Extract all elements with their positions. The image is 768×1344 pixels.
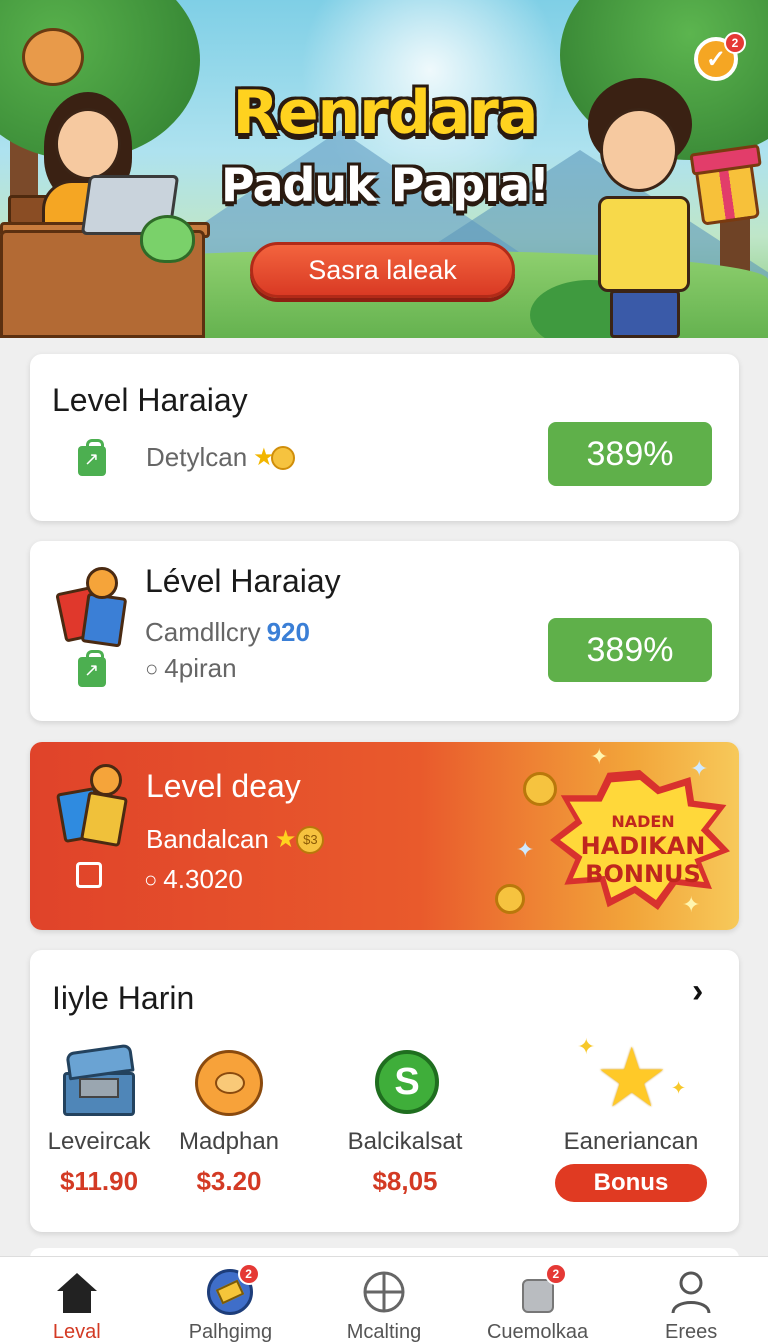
star-icon: ★	[274, 826, 297, 853]
level-card[interactable]: Level Haraiay Detylcan ★ 389%	[30, 354, 739, 521]
mascot-face	[215, 1072, 245, 1094]
shopping-bag-icon	[78, 439, 106, 476]
bag-outline-icon	[76, 862, 102, 888]
offer-item[interactable]: ★ ✦ ✦ Eaneriancan Bonus	[551, 1034, 711, 1202]
card-title: Level Haraiay	[52, 382, 248, 418]
offers-title: Iiyle Harin	[52, 980, 195, 1016]
offer-price: $11.90	[59, 1166, 139, 1196]
star-icon: ★ ✦ ✦	[577, 1034, 686, 1122]
block	[79, 790, 129, 848]
search-icon: ○	[144, 866, 158, 892]
shirt	[598, 196, 690, 292]
nav-item-cuemolkaa[interactable]: 2 Cuemolkaa	[461, 1257, 615, 1344]
ball	[86, 567, 118, 599]
card-title: Lével Haraiay	[145, 563, 341, 599]
star-coin-icon: ★	[253, 443, 295, 472]
gift-box-icon	[693, 156, 761, 226]
user-icon	[666, 1267, 716, 1317]
squirrel-icon	[22, 28, 84, 86]
shopping-bag-icon	[78, 650, 106, 687]
nav-item-palhgimg[interactable]: 2 Palhgimg	[154, 1257, 308, 1344]
toy-blocks-icon	[55, 567, 128, 648]
card-subtitle: Detylcan	[146, 442, 248, 472]
card-subtitle: Camdllcry	[145, 617, 261, 647]
sparkle-icon: ✦	[516, 837, 535, 862]
sparkle-icon: ✦	[671, 1078, 687, 1098]
hero-subtitle: Paduk Papıa!	[220, 158, 550, 212]
star-shape: ★	[595, 1033, 669, 1124]
burst-line2: HADIKAN	[580, 832, 706, 860]
promo-title: Level deay	[146, 768, 301, 804]
nav-item-erees[interactable]: Erees	[614, 1257, 768, 1344]
burst-line3: BONNUS	[585, 860, 701, 888]
offer-item[interactable]: Madphan $3.20	[154, 1042, 304, 1197]
burst-line1: NADEN	[611, 812, 675, 831]
hero-cta-button[interactable]: Sasra laleak	[250, 242, 515, 298]
crosshair-icon	[359, 1267, 409, 1317]
dollar-coin-icon: S	[365, 1042, 445, 1122]
sparkle-icon: ✦	[577, 1034, 596, 1059]
card-meta: 4piran	[164, 653, 237, 683]
nav-item-leval[interactable]: Leval	[0, 1257, 154, 1344]
block	[80, 592, 128, 648]
dollar-sign: S	[375, 1050, 439, 1114]
nav-label: Palhgimg	[188, 1321, 273, 1343]
offer-name: Madphan	[178, 1128, 280, 1155]
offers-card: Iiyle Harin › Leveircak $11.90 Madphan $…	[30, 950, 739, 1232]
search-icon: ○	[145, 655, 159, 681]
sparkle-icon: ✦	[590, 744, 609, 769]
level-card[interactable]: Lével Haraiay Camdllcry 920 ○ 4piran 389…	[30, 541, 739, 721]
chest-contents	[79, 1078, 119, 1098]
bonus-burst-badge[interactable]: NADEN HADIKAN BONNUS	[550, 770, 730, 910]
promo-subtitle-row: Bandalcan ★ $3	[146, 824, 325, 855]
notification-badge: 2	[237, 1263, 260, 1285]
home-icon	[52, 1267, 102, 1317]
promo-card[interactable]: Level deay Bandalcan ★ $3 ○ 4.3020 ✦ ✦ ✦…	[30, 742, 739, 930]
promo-subtitle: Bandalcan	[146, 824, 269, 854]
toy-blocks-icon	[55, 764, 129, 848]
ball	[90, 764, 122, 796]
bag-shape	[521, 1279, 554, 1313]
percent-button[interactable]: 389%	[548, 618, 712, 682]
face	[600, 108, 678, 192]
offer-price: $3.20	[196, 1166, 262, 1196]
treasure-chest-icon	[59, 1042, 139, 1122]
offer-item[interactable]: S Balcikalsat $8,05	[330, 1042, 480, 1197]
card-shape	[216, 1279, 245, 1305]
pet-icon	[140, 215, 195, 263]
coin-icon: $3	[296, 825, 325, 854]
offer-name: Leveircak	[47, 1128, 151, 1155]
percent-button[interactable]: 389%	[548, 422, 712, 486]
card-subtitle-value: 920	[266, 617, 310, 647]
card-subtitle-row: Camdllcry 920	[145, 617, 310, 648]
bottom-nav: Leval 2 Palhgimg Mcalting 2 Cuemolkaa Er…	[0, 1256, 768, 1344]
promo-meta: 4.3020	[163, 864, 243, 894]
nav-label: Mcalting	[346, 1321, 422, 1343]
nav-label: Leval	[52, 1321, 101, 1343]
nav-label: Erees	[665, 1321, 718, 1343]
offer-name: Eaneriancan	[563, 1128, 699, 1155]
sun-mascot-icon	[189, 1042, 269, 1122]
offer-name: Balcikalsat	[347, 1128, 463, 1155]
promo-meta-row: ○ 4.3020	[144, 864, 243, 895]
offer-item[interactable]: Leveircak $11.90	[24, 1042, 174, 1197]
notification-badge: 2	[724, 32, 746, 54]
hero-banner: Renrdara Paduk Papıa! Sasra laleak ✓ 2	[0, 0, 768, 338]
hero-title: Renrdara	[232, 78, 539, 148]
bonus-button[interactable]: Bonus	[555, 1164, 707, 1202]
pants	[610, 290, 680, 338]
face	[55, 108, 121, 180]
nav-item-mcalting[interactable]: Mcalting	[307, 1257, 461, 1344]
card-subtitle-row: Detylcan ★	[146, 442, 295, 473]
notification-badge: 2	[544, 1263, 567, 1285]
offer-price: $8,05	[372, 1166, 438, 1196]
nav-label: Cuemolkaa	[486, 1321, 589, 1343]
card-meta-row: ○ 4piran	[145, 653, 237, 684]
chevron-right-icon[interactable]: ›	[692, 972, 703, 1011]
coin-icon	[495, 884, 525, 914]
